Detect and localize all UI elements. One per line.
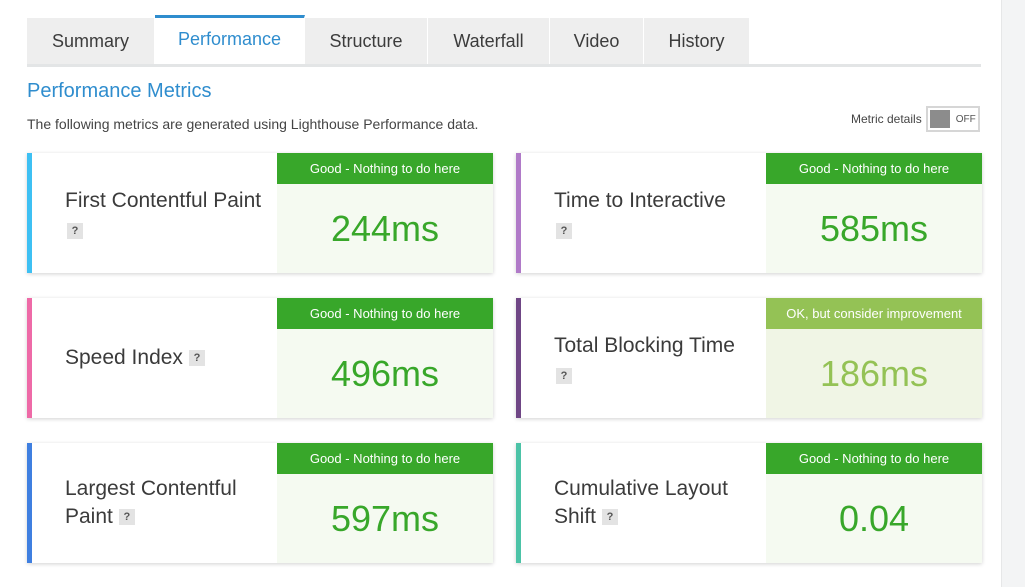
metric-name: First Contentful Paint	[65, 189, 262, 212]
toggle-knob	[929, 110, 950, 128]
metric-name-area: Time to Interactive ?	[554, 153, 764, 273]
metric-name: Time to Interactive	[554, 189, 726, 212]
metric-name: Cumulative Layout Shift	[554, 477, 728, 528]
toggle-state-label: OFF	[955, 113, 976, 125]
tab-waterfall[interactable]: Waterfall	[428, 18, 550, 64]
status-badge: Good - Nothing to do here	[277, 153, 493, 184]
tab-structure[interactable]: Structure	[305, 18, 428, 64]
status-badge: OK, but consider improvement	[766, 298, 982, 329]
status-badge: Good - Nothing to do here	[277, 298, 493, 329]
page-scroll-strip	[1001, 0, 1025, 587]
metric-accent-bar	[27, 153, 32, 273]
metric-value: 585ms	[819, 207, 929, 249]
metric-value-box: OK, but consider improvement 186ms	[766, 298, 982, 418]
status-badge: Good - Nothing to do here	[766, 153, 982, 184]
metric-name-area: Largest Contentful Paint?	[65, 443, 275, 563]
metric-card-cumulative-layout-shift: Cumulative Layout Shift? Good - Nothing …	[516, 443, 982, 563]
metric-details-toggle[interactable]: OFF	[925, 106, 980, 132]
metric-value: 496ms	[330, 352, 440, 394]
help-icon[interactable]: ?	[556, 368, 572, 384]
help-icon[interactable]: ?	[602, 509, 619, 526]
metric-name: Speed Index	[65, 346, 183, 369]
metric-value-box: Good - Nothing to do here 585ms	[766, 153, 982, 273]
report-tabs: Summary Performance Structure Waterfall …	[27, 15, 981, 67]
metric-value-box: Good - Nothing to do here 244ms	[277, 153, 493, 273]
help-icon[interactable]: ?	[556, 223, 572, 239]
help-icon[interactable]: ?	[67, 223, 83, 239]
metric-name-area: Speed Index?	[65, 298, 275, 418]
tab-performance[interactable]: Performance	[155, 15, 305, 64]
metric-card-speed-index: Speed Index? Good - Nothing to do here 4…	[27, 298, 493, 418]
metric-accent-bar	[516, 298, 521, 418]
metric-value-box: Good - Nothing to do here 0.04	[766, 443, 982, 563]
metric-name: Total Blocking Time	[554, 334, 735, 357]
tab-history[interactable]: History	[644, 18, 750, 64]
tab-video[interactable]: Video	[550, 18, 644, 64]
metric-card-largest-contentful-paint: Largest Contentful Paint? Good - Nothing…	[27, 443, 493, 563]
metric-value-box: Good - Nothing to do here 597ms	[277, 443, 493, 563]
metric-value: 186ms	[819, 352, 929, 394]
metric-accent-bar	[516, 153, 521, 273]
metric-details-label: Metric details	[851, 112, 922, 126]
section-title: Performance Metrics	[27, 80, 212, 102]
metric-card-first-contentful-paint: First Contentful Paint ? Good - Nothing …	[27, 153, 493, 273]
metric-card-total-blocking-time: Total Blocking Time ? OK, but consider i…	[516, 298, 982, 418]
metric-value: 597ms	[330, 497, 440, 539]
metric-name-area: Total Blocking Time ?	[554, 298, 764, 418]
tab-summary[interactable]: Summary	[27, 18, 155, 64]
help-icon[interactable]: ?	[118, 509, 135, 526]
metric-name-area: Cumulative Layout Shift?	[554, 443, 764, 563]
metric-accent-bar	[27, 298, 32, 418]
status-badge: Good - Nothing to do here	[277, 443, 493, 474]
metric-card-time-to-interactive: Time to Interactive ? Good - Nothing to …	[516, 153, 982, 273]
help-icon[interactable]: ?	[188, 350, 205, 367]
section-description: The following metrics are generated usin…	[27, 116, 479, 132]
metric-accent-bar	[27, 443, 32, 563]
status-badge: Good - Nothing to do here	[766, 443, 982, 474]
metric-name-area: First Contentful Paint ?	[65, 153, 275, 273]
metric-accent-bar	[516, 443, 521, 563]
metric-details-control: Metric details OFF	[851, 106, 980, 132]
metric-value: 244ms	[330, 207, 440, 249]
metric-value: 0.04	[838, 497, 910, 539]
metric-value-box: Good - Nothing to do here 496ms	[277, 298, 493, 418]
metric-name: Largest Contentful Paint	[65, 477, 237, 528]
